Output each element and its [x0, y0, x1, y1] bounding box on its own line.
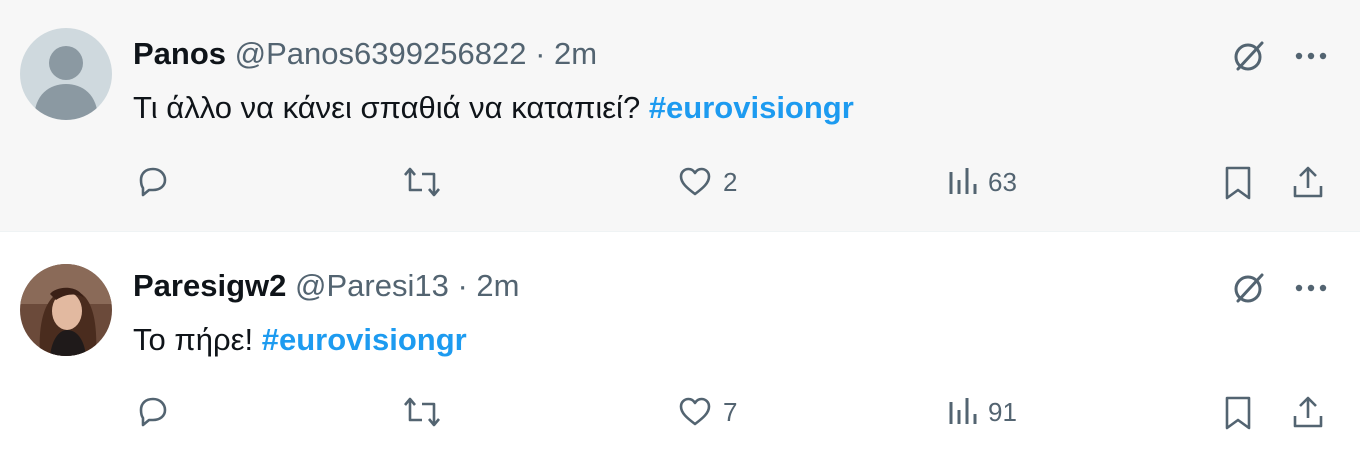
separator: · — [457, 268, 468, 303]
grok-button[interactable] — [1228, 268, 1268, 308]
retweet-icon — [404, 167, 440, 197]
like-count: 7 — [723, 396, 738, 427]
tweet-top-actions — [1228, 36, 1328, 76]
share-icon — [1293, 166, 1323, 198]
user-handle[interactable]: @Paresi13 — [295, 268, 449, 303]
display-name[interactable]: Paresigw2 — [133, 268, 286, 303]
tweet-header: Panos @Panos6399256822 · 2m — [133, 34, 597, 74]
more-icon — [1295, 52, 1327, 60]
profile-photo-icon — [20, 264, 112, 356]
grok-button[interactable] — [1228, 36, 1268, 76]
like-icon — [679, 397, 711, 426]
share-button[interactable] — [1290, 164, 1326, 202]
tweet[interactable]: Paresigw2 @Paresi13 · 2m Το πήρε! #eurov… — [0, 232, 1360, 456]
timestamp[interactable]: 2m — [554, 36, 597, 71]
user-handle[interactable]: @Panos6399256822 — [235, 36, 527, 71]
avatar[interactable] — [20, 28, 112, 120]
view-count: 91 — [988, 396, 1017, 427]
avatar[interactable] — [20, 264, 112, 356]
bookmark-icon — [1225, 166, 1251, 200]
tweet[interactable]: Panos @Panos6399256822 · 2m Τι άλλο να κ… — [0, 0, 1360, 232]
bookmark-button[interactable] — [1221, 394, 1255, 432]
view-count: 63 — [988, 166, 1017, 197]
tweet-text: Το πήρε! #eurovisiongr — [133, 320, 467, 360]
tweet-body-text: Τι άλλο να κάνει σπαθιά να καταπιεί? — [133, 90, 641, 125]
retweet-icon — [404, 397, 440, 427]
views-button[interactable]: 63 — [946, 164, 1017, 200]
bookmark-icon — [1225, 396, 1251, 430]
hashtag-link[interactable]: #eurovisiongr — [649, 90, 854, 125]
default-avatar-icon — [20, 28, 112, 120]
grok-icon — [1234, 273, 1264, 303]
reply-button[interactable] — [135, 164, 181, 200]
separator: · — [535, 36, 546, 71]
reply-icon — [139, 167, 167, 197]
share-icon — [1293, 396, 1323, 428]
reply-icon — [139, 397, 167, 427]
display-name[interactable]: Panos — [133, 36, 226, 71]
tweet-top-actions — [1228, 268, 1328, 308]
retweet-button[interactable] — [402, 164, 452, 200]
timestamp[interactable]: 2m — [476, 268, 519, 303]
grok-icon — [1234, 41, 1264, 71]
more-button[interactable] — [1294, 50, 1328, 62]
more-icon — [1295, 284, 1327, 292]
reply-button[interactable] — [135, 394, 181, 430]
like-button[interactable]: 7 — [677, 394, 737, 430]
like-count: 2 — [723, 166, 738, 197]
more-button[interactable] — [1294, 282, 1328, 294]
tweet-header: Paresigw2 @Paresi13 · 2m — [133, 266, 519, 306]
views-button[interactable]: 91 — [946, 394, 1017, 430]
hashtag-link[interactable]: #eurovisiongr — [262, 322, 467, 357]
bookmark-button[interactable] — [1221, 164, 1255, 202]
tweet-body-text: Το πήρε! — [133, 322, 254, 357]
share-button[interactable] — [1290, 394, 1326, 432]
tweet-text: Τι άλλο να κάνει σπαθιά να καταπιεί? #eu… — [133, 88, 854, 128]
retweet-button[interactable] — [402, 394, 452, 430]
like-button[interactable]: 2 — [677, 164, 737, 200]
views-icon — [949, 168, 977, 194]
like-icon — [679, 167, 711, 196]
views-icon — [949, 398, 977, 424]
